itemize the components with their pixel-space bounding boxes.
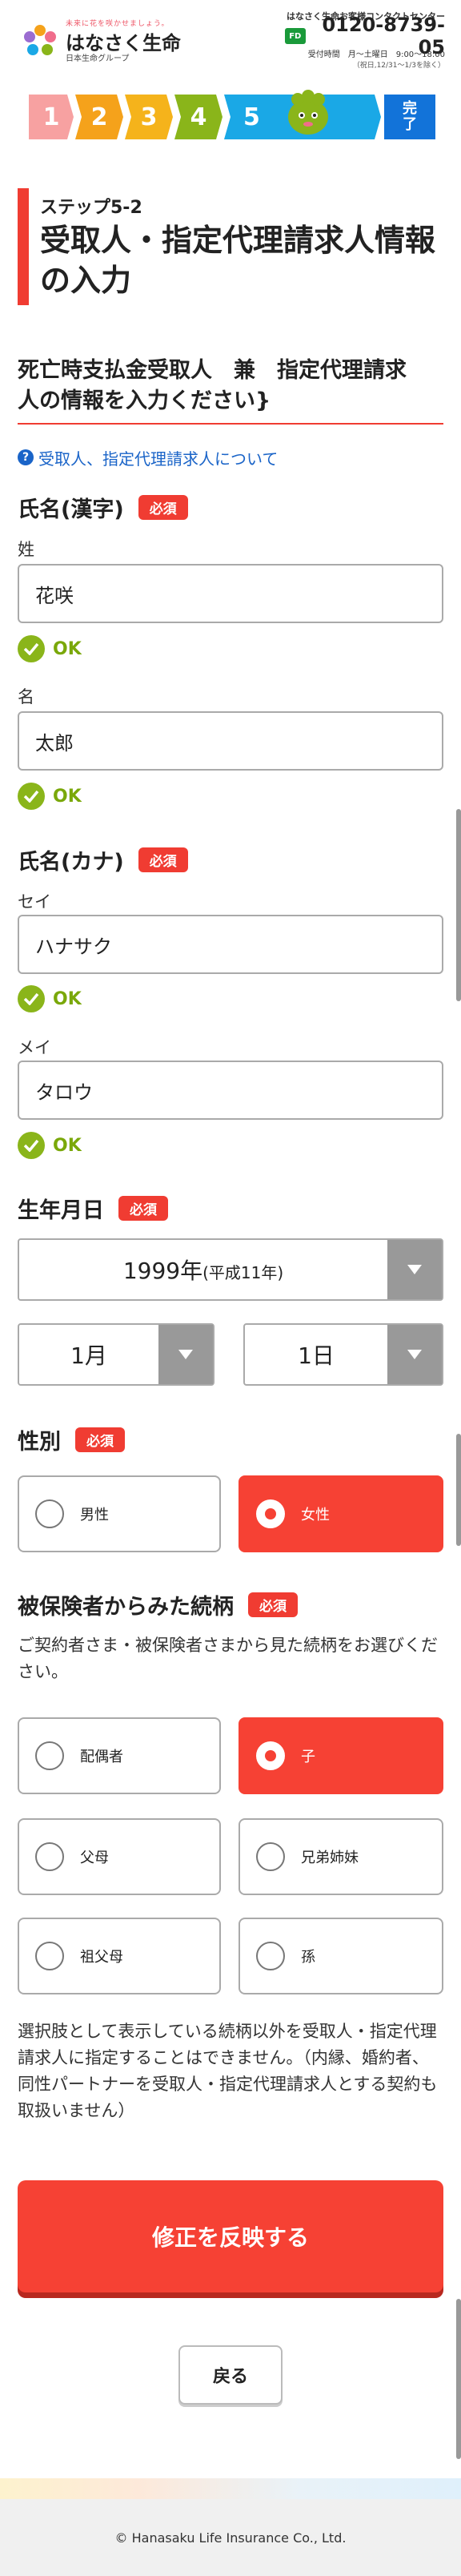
footer-decoration <box>0 2478 461 2499</box>
first-name-label: 名 <box>18 687 34 706</box>
gender-option-female[interactable]: 女性 <box>239 1475 443 1552</box>
contact-center: はなさく生命お客様コンタクトセンター FD 0120-8739-05 受付時間 … <box>285 10 445 70</box>
last-name-kana-label: セイ <box>18 892 51 912</box>
scrollbar[interactable] <box>456 2299 461 2459</box>
check-icon <box>18 985 45 1012</box>
relation-option-grandparent[interactable]: 祖父母 <box>18 1918 221 1994</box>
page-title: 受取人・指定代理請求人情報 の入力 <box>40 223 436 298</box>
relation-option-sibling[interactable]: 兄弟姉妹 <box>239 1818 443 1895</box>
last-name-kana-input[interactable] <box>18 915 443 974</box>
chevron-down-icon <box>158 1325 213 1384</box>
scrollbar[interactable] <box>456 809 461 1001</box>
chevron-down-icon <box>387 1240 442 1299</box>
last-name-label: 姓 <box>18 540 34 559</box>
first-name-kana-input[interactable] <box>18 1061 443 1120</box>
relation-option-parent[interactable]: 父母 <box>18 1818 221 1895</box>
relation-label: 被保険者からみた続柄 必須 <box>18 1589 298 1620</box>
radio-icon <box>35 1842 64 1871</box>
help-link[interactable]: ? 受取人、指定代理請求人について <box>18 445 278 469</box>
required-badge: 必須 <box>75 1427 125 1452</box>
check-icon <box>18 635 45 662</box>
mascot-icon <box>288 90 328 135</box>
required-badge: 必須 <box>118 1196 168 1221</box>
radio-selected-icon <box>256 1499 285 1528</box>
birth-year-select[interactable]: 1999年(平成11年) <box>18 1238 443 1301</box>
relation-description: ご契約者さま・被保険者さまから見た続柄をお選びください。 <box>18 1636 438 1681</box>
help-link-text[interactable]: 受取人、指定代理請求人について <box>38 446 278 469</box>
submit-button[interactable]: 修正を反映する <box>18 2180 443 2292</box>
birth-date-label: 生年月日 必須 <box>18 1193 168 1224</box>
copyright: © Hanasaku Life Insurance Co., Ltd. <box>114 2530 347 2546</box>
progress-step-2: 2 <box>75 95 123 139</box>
progress-step-4: 4 <box>174 95 222 139</box>
radio-icon <box>35 1942 64 1970</box>
name-kana-label: 氏名(カナ) 必須 <box>18 844 188 875</box>
last-name-kanji-input[interactable] <box>18 564 443 623</box>
required-badge: 必須 <box>138 495 188 520</box>
gender-option-male[interactable]: 男性 <box>18 1475 221 1552</box>
free-dial-icon: FD <box>285 28 306 44</box>
chevron-down-icon <box>387 1325 442 1384</box>
radio-icon <box>256 1842 285 1871</box>
brand-group: 日本生命グループ <box>66 54 130 63</box>
site-header: 未来に花を咲かせましょう。 はなさく生命 日本生命グループ はなさく生命お客様コ… <box>0 0 461 76</box>
step-subtitle: ステップ5-2 <box>40 198 142 218</box>
name-kanji-label: 氏名(漢字) 必須 <box>18 492 188 523</box>
check-icon <box>18 1132 45 1159</box>
relation-option-grandchild[interactable]: 孫 <box>239 1918 443 1994</box>
first-name-kana-label: メイ <box>18 1038 51 1057</box>
footer: © Hanasaku Life Insurance Co., Ltd. <box>0 2499 461 2576</box>
progress-step-complete: 完 了 <box>384 95 435 139</box>
birth-month-select[interactable]: 1月 <box>18 1323 214 1386</box>
required-badge: 必須 <box>138 847 188 872</box>
check-icon <box>18 783 45 810</box>
ok-status: OK <box>18 985 82 1012</box>
birth-month-value: 1月 <box>70 1342 107 1369</box>
question-icon: ? <box>18 449 34 465</box>
relation-option-spouse[interactable]: 配偶者 <box>18 1717 221 1794</box>
relation-note: 選択肢として表示している続柄以外を受取人・指定代理請求人に指定することはできませ… <box>18 2022 438 2120</box>
required-badge: 必須 <box>248 1592 298 1617</box>
birth-year-value: 1999年 <box>122 1258 203 1284</box>
birth-day-select[interactable]: 1日 <box>243 1323 443 1386</box>
ok-status: OK <box>18 1132 82 1159</box>
contact-holiday-note: （祝日,12/31〜1/3を除く） <box>352 62 445 70</box>
birth-era-value: (平成11年) <box>202 1263 284 1282</box>
step-heading: ステップ5-2 受取人・指定代理請求人情報 の入力 <box>18 188 445 305</box>
ok-status: OK <box>18 635 82 662</box>
gender-label: 性別 必須 <box>18 1424 125 1455</box>
scrollbar[interactable] <box>456 1434 461 1546</box>
contact-phone[interactable]: FD 0120-8739-05 <box>285 14 445 58</box>
relation-option-child[interactable]: 子 <box>239 1717 443 1794</box>
brand-logo[interactable]: 未来に花を咲かせましょう。 はなさく生命 日本生命グループ <box>21 14 197 63</box>
progress-step-3: 3 <box>125 95 173 139</box>
section-title: 死亡時支払金受取人 兼 指定代理請求 人の情報を入力ください} <box>18 356 443 425</box>
ok-status: OK <box>18 783 82 810</box>
progress-step-1: 1 <box>29 95 74 139</box>
flower-logo-icon <box>24 25 56 55</box>
radio-icon <box>256 1942 285 1970</box>
radio-icon <box>35 1741 64 1770</box>
first-name-kanji-input[interactable] <box>18 711 443 771</box>
birth-day-value: 1日 <box>298 1342 335 1369</box>
contact-hours: 受付時間 月〜土曜日 9:00〜18:00 <box>307 50 445 59</box>
progress-steps: 1 2 3 4 5 完 了 <box>29 90 435 139</box>
back-button[interactable]: 戻る <box>178 2345 283 2405</box>
radio-selected-icon <box>256 1741 285 1770</box>
radio-icon <box>35 1499 64 1528</box>
